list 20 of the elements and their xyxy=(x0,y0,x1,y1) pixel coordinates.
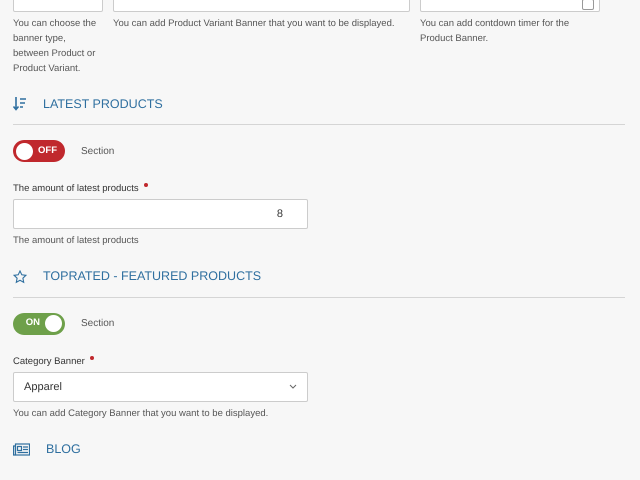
section-title: LATEST PRODUCTS xyxy=(43,96,163,113)
sort-icon xyxy=(13,96,27,112)
help-text: You can choose the banner type, between Product or Product Variant. xyxy=(13,17,98,76)
toggle-switch[interactable]: OFF xyxy=(13,140,65,162)
help-text: You can add contdown timer for the Product Banner. xyxy=(420,17,570,46)
help-text: You can add Product Variant Banner that you want to be displayed. xyxy=(113,17,396,31)
field-label: The amount of latest products xyxy=(13,183,139,194)
newspaper-icon xyxy=(13,442,30,456)
chevron-icon xyxy=(289,384,297,390)
toggle-label: Section xyxy=(81,317,114,331)
select-field[interactable]: Apparel xyxy=(13,372,308,402)
star-icon xyxy=(13,270,27,284)
field-label: Category Banner xyxy=(13,356,85,366)
calendar-icon xyxy=(582,0,594,10)
help-text: The amount of latest products xyxy=(13,234,140,248)
toggle-label: Section xyxy=(81,144,114,158)
number-field[interactable]: 8 xyxy=(13,199,308,230)
section-title: BLOG xyxy=(46,440,81,458)
help-text: You can add Category Banner that you want to be displayed. xyxy=(13,406,270,421)
section-title: TOPRATED - FEATURED PRODUCTS xyxy=(43,268,262,286)
